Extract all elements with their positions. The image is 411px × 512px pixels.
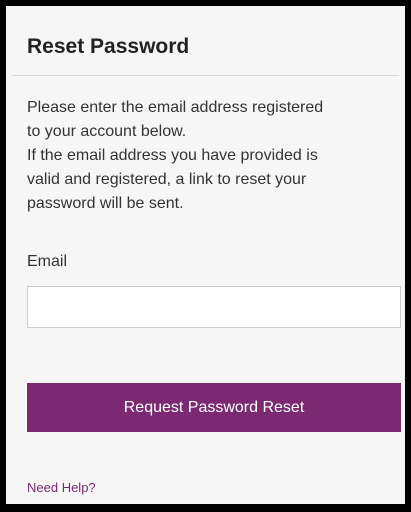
need-help-link[interactable]: Need Help? (27, 480, 96, 496)
email-field[interactable] (27, 286, 401, 328)
instructions-line: to your account below. (27, 123, 187, 140)
instructions-text: Please enter the email address registere… (27, 96, 397, 216)
instructions-line: valid and registered, a link to reset yo… (27, 171, 307, 188)
request-password-reset-button[interactable]: Request Password Reset (27, 383, 401, 432)
reset-password-panel: Reset Password Please enter the email ad… (0, 0, 411, 512)
page-title: Reset Password (27, 35, 190, 58)
instructions-line: If the email address you have provided i… (27, 147, 318, 164)
instructions-line: Please enter the email address registere… (27, 99, 324, 116)
instructions-line: password will be sent. (27, 195, 184, 212)
title-divider (12, 75, 399, 76)
email-label: Email (27, 253, 68, 270)
